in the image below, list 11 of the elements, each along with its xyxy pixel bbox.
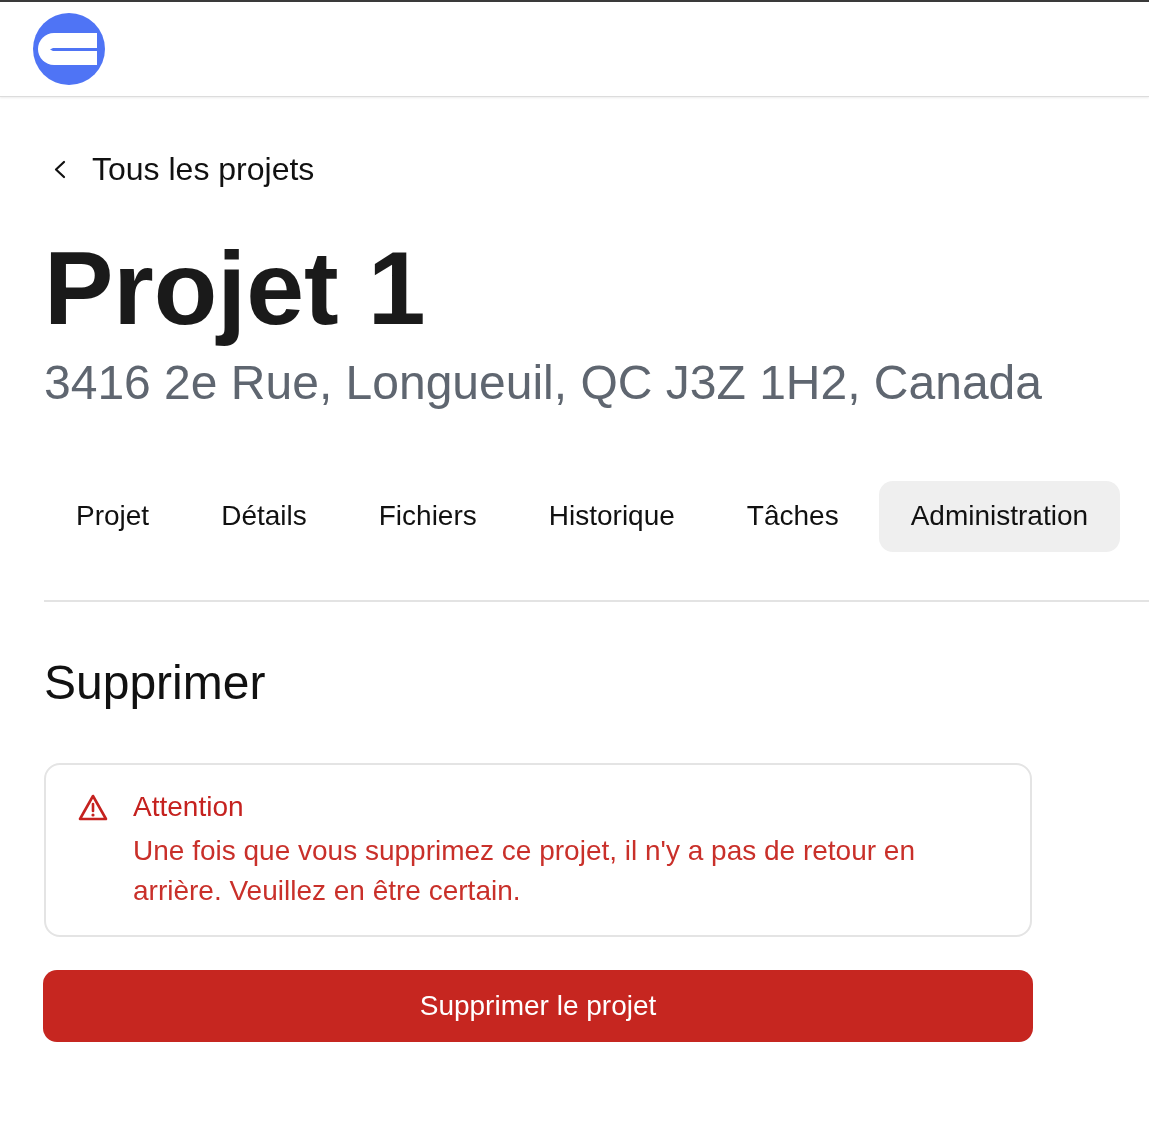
chevron-left-icon[interactable]	[53, 159, 66, 179]
section-heading: Supprimer	[44, 654, 267, 711]
alert-message: Une fois que vous supprimez ce projet, il n'y a pas de retour en arrière. Veuillez en être certain.	[133, 834, 916, 909]
back-link[interactable]: Tous les projets	[92, 149, 315, 189]
tab[interactable]: Administration	[878, 480, 1121, 552]
alert-title: Attention	[133, 790, 245, 825]
delete-project-button[interactable]: Supprimer le projet	[43, 970, 1033, 1043]
project-address: 3416 2e Rue, Longueuil, QC J3Z 1H2, Canada	[44, 355, 1043, 411]
project-title: Projet 1	[44, 229, 427, 348]
logo-icon[interactable]	[33, 13, 105, 85]
warning-icon	[78, 794, 108, 822]
